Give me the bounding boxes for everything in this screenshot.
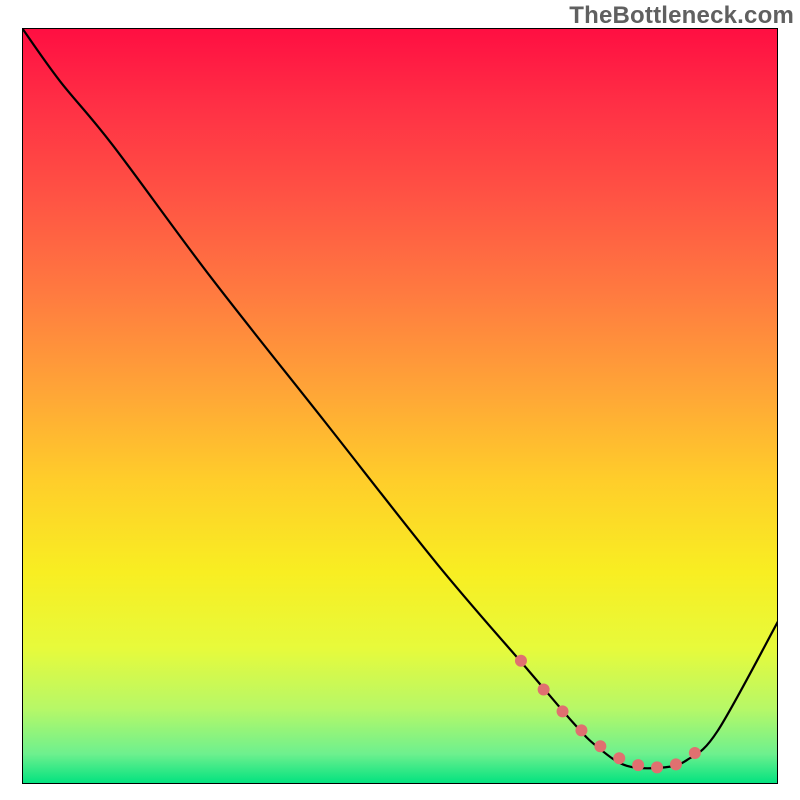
highlight-dot (538, 684, 550, 696)
highlight-dot (575, 724, 587, 736)
chart-container: TheBottleneck.com (0, 0, 800, 800)
watermark-text: TheBottleneck.com (569, 2, 794, 30)
highlight-dot (613, 752, 625, 764)
highlight-dot (651, 761, 663, 773)
chart-svg (22, 28, 778, 784)
plot-area (22, 28, 778, 784)
highlight-dot (632, 759, 644, 771)
highlight-dot (689, 747, 701, 759)
highlight-dot (594, 740, 606, 752)
highlight-dot (670, 758, 682, 770)
highlight-dot (515, 655, 527, 667)
gradient-background (22, 28, 778, 784)
highlight-dot (557, 705, 569, 717)
